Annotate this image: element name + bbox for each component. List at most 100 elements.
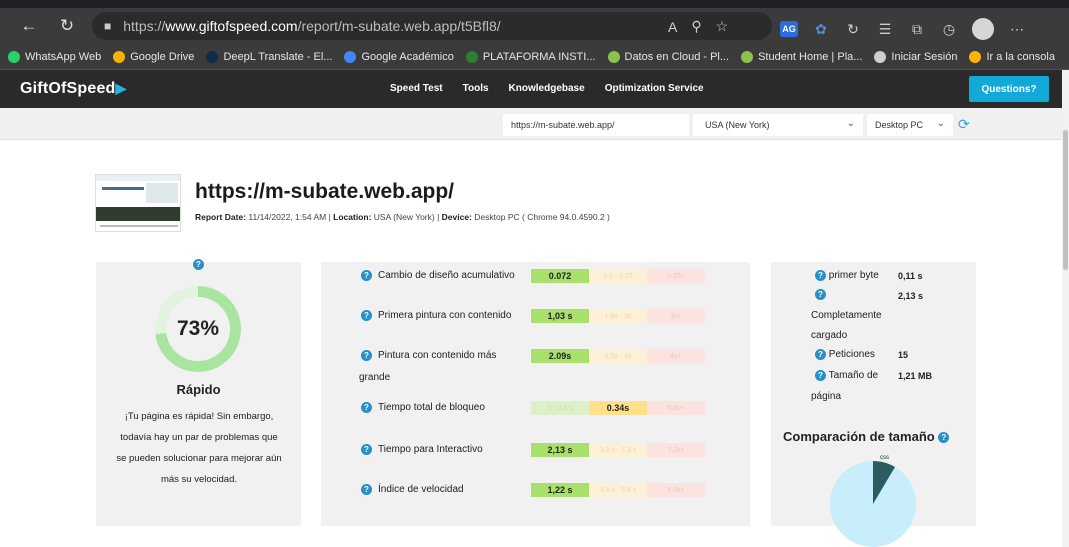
metric-label-line2: grande — [359, 372, 391, 383]
refresh-extension-icon[interactable]: ↻ — [844, 21, 862, 38]
site-header: GiftOfSpeed▶ Speed Test Tools Knowledgeb… — [0, 70, 1062, 108]
metric-bars: 1,03 s 1.8s - 3s 3s+ — [531, 309, 705, 323]
score-card: ? 73% Rápido ¡Tu página es rápida! Sin e… — [96, 259, 301, 526]
device-select[interactable]: Desktop PC ⌄ — [867, 114, 953, 136]
history-icon[interactable]: ◷ — [940, 21, 958, 38]
metric-value-bar: 2,13 s — [531, 443, 589, 457]
loaded-help: ? — [815, 289, 826, 300]
bookmark-favicon-icon — [969, 50, 982, 63]
bookmark-label: Student Home | Pla... — [758, 50, 863, 63]
metric-label: ? Tiempo total de bloqueo — [361, 402, 485, 413]
bookmark-favicon-icon — [113, 50, 126, 63]
score-rating: Rápido — [176, 382, 221, 397]
collections-icon[interactable]: ⧉ — [908, 21, 926, 38]
url-path: /report/m-subate.web.app/t5Bfl8/ — [297, 18, 501, 34]
bookmark-item[interactable]: Iniciar Sesión — [874, 50, 957, 63]
lock-icon: ■ — [104, 19, 112, 33]
metric-bars: 1,22 s 3,4 s - 5,8 s 5,8s+ — [531, 483, 705, 497]
nav-knowledgebase[interactable]: Knowledgebase — [509, 83, 585, 94]
size-comparison-title: Comparación de tamaño ? — [783, 429, 950, 444]
help-icon[interactable]: ? — [815, 349, 826, 360]
bookmark-item[interactable]: Datos en Cloud - Pl... — [607, 50, 729, 63]
bookmark-label: Google Académico — [361, 50, 454, 63]
help-icon[interactable]: ? — [938, 432, 950, 444]
more-menu-icon[interactable]: ⋯ — [1008, 21, 1026, 38]
bookmark-item[interactable]: Google Académico — [344, 50, 454, 63]
address-bar: ← ↻ ■ https://www.giftofspeed.com/report… — [0, 8, 1069, 44]
bookmark-item[interactable]: Ir a la consola — [969, 50, 1055, 63]
logo-arrow-icon: ▶ — [115, 80, 127, 96]
metric-value-bar: 0.34s — [589, 401, 647, 415]
bookmark-item[interactable]: Google Drive — [113, 50, 194, 63]
metric-label: ? Cambio de diseño acumulativo — [361, 270, 515, 281]
metrics-card: ? Cambio de diseño acumulativo 0.072 0.1 - … — [321, 262, 750, 526]
chevron-down-icon: ⌄ — [936, 118, 945, 129]
zoom-icon[interactable]: ⚲ — [691, 18, 701, 35]
help-icon[interactable]: ? — [361, 444, 372, 455]
bookmark-label: DeepL Translate - El... — [223, 50, 333, 63]
help-icon[interactable]: ? — [361, 270, 372, 281]
help-icon[interactable]: ? — [815, 270, 826, 281]
questions-button[interactable]: Questions? — [969, 76, 1049, 102]
metric-label: ? Pintura con contenido más — [361, 350, 496, 361]
bookmark-favicon-icon — [741, 50, 754, 63]
favorites-bar-icon[interactable]: ☰ — [876, 21, 894, 38]
test-url-input[interactable]: https://m-subate.web.app/ — [503, 114, 689, 136]
help-icon[interactable]: ? — [361, 402, 372, 413]
metric-range-bar: 3,4 s - 5,8 s — [589, 483, 647, 497]
metric-range-bar: 0.1 - 0.25 — [589, 269, 647, 283]
metric-bars: 2.09s 2.5s - 4s 4s+ — [531, 349, 705, 363]
metric-range-bar: 7,3s+ — [647, 443, 705, 457]
nav-tools[interactable]: Tools — [463, 83, 489, 94]
help-icon[interactable]: ? — [815, 289, 826, 300]
metric-range-bar: 3,8 s - 7,3 s — [589, 443, 647, 457]
first-byte-row: ? primer byte — [815, 270, 879, 281]
back-icon[interactable]: ← — [14, 11, 44, 41]
report-meta: Report Date: 11/14/2022, 1:54 AM | Locat… — [195, 212, 610, 222]
favorite-icon[interactable]: ☆ — [716, 18, 729, 35]
extension-icon[interactable]: ✿ — [812, 21, 830, 38]
score-percent: 73% — [166, 297, 230, 361]
size-comparison-pie: css — [830, 455, 916, 547]
metric-range-bar: 1.8s - 3s — [589, 309, 647, 323]
bookmark-item[interactable]: Student Home | Pla... — [741, 50, 863, 63]
bookmark-item[interactable]: PLATAFORMA INSTI... — [465, 50, 596, 63]
metric-value-bar: 1,22 s — [531, 483, 589, 497]
help-icon[interactable]: ? — [361, 310, 372, 321]
metric-label: ? Índice de velocidad — [361, 484, 464, 495]
bookmark-item[interactable]: WhatsApp Web — [8, 50, 101, 63]
extension-ag-icon[interactable]: AG — [780, 21, 798, 37]
reload-icon[interactable]: ↻ — [52, 11, 82, 41]
help-icon[interactable]: ? — [815, 370, 826, 381]
nav-speed-test[interactable]: Speed Test — [390, 83, 443, 94]
metric-range-bar: 0.6s+ — [647, 401, 705, 415]
metric-range-bar: 0 - 0,2 s — [531, 401, 589, 415]
location-select[interactable]: USA (New York) ⌄ — [693, 114, 863, 136]
profile-avatar[interactable] — [972, 18, 994, 40]
bookmark-favicon-icon — [206, 50, 219, 63]
bookmark-label: PLATAFORMA INSTI... — [482, 50, 596, 63]
url-prefix: https:// — [123, 18, 166, 34]
size-row: ? Tamaño de — [815, 370, 878, 381]
site-logo[interactable]: GiftOfSpeed▶ — [20, 80, 127, 98]
page-scrollbar[interactable] — [1062, 70, 1069, 547]
size-label-2: página — [811, 391, 842, 402]
help-icon[interactable]: ? — [361, 484, 372, 495]
tab-strip — [0, 0, 1069, 8]
metric-label: ? Primera pintura con contenido — [361, 310, 511, 321]
retest-icon[interactable]: ⟳ — [958, 116, 970, 133]
metric-range-bar: 0.25+ — [647, 269, 705, 283]
bookmark-favicon-icon — [607, 50, 620, 63]
nav-optimization-service[interactable]: Optimization Service — [605, 83, 704, 94]
pie-label-css: css — [880, 455, 889, 461]
scroll-thumb[interactable] — [1063, 130, 1068, 270]
bookmark-favicon-icon — [874, 50, 887, 63]
help-icon[interactable]: ? — [361, 350, 372, 361]
metric-bars: 0 - 0,2 s 0.34s 0.6s+ — [531, 401, 705, 415]
bookmark-item[interactable]: DeepL Translate - El... — [206, 50, 333, 63]
help-icon[interactable]: ? — [193, 259, 204, 270]
requests-value: 15 — [898, 350, 909, 360]
bookmark-favicon-icon — [465, 50, 478, 63]
loaded-label-1: Completamente — [811, 310, 882, 321]
read-aloud-icon[interactable]: A — [668, 19, 677, 35]
